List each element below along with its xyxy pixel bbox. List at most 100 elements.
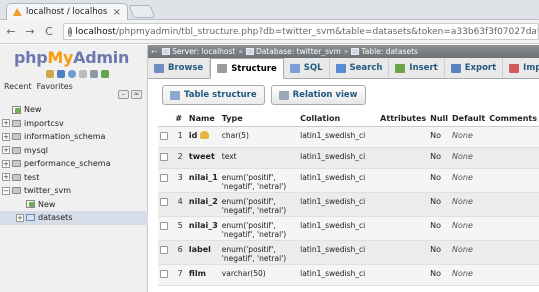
link-with-main-icon[interactable]: ∞ (131, 90, 142, 99)
breadcrumb: ← Server: localhost » Database: twitter_… (148, 45, 539, 58)
browser-tab[interactable]: localhost / localhos × (6, 3, 128, 20)
sidebar-item-label: information_schema (24, 132, 106, 142)
column-collation: latin1_swedish_ci (298, 126, 379, 148)
expand-node-icon[interactable]: + (2, 119, 10, 128)
table-icon (351, 48, 360, 55)
sidebar-item-information-schema[interactable]: + information_schema (0, 130, 148, 144)
column-name-cell: label (186, 240, 220, 265)
row-checkbox[interactable] (160, 173, 168, 182)
new-icon (12, 105, 21, 114)
home-icon[interactable] (46, 70, 54, 78)
database-icon (12, 133, 21, 141)
column-header-comments[interactable]: Comments (487, 112, 539, 127)
row-checkbox[interactable] (160, 221, 168, 230)
column-null: No (428, 126, 451, 148)
column-header-default[interactable]: Default (450, 112, 488, 127)
row-checkbox[interactable] (160, 152, 168, 161)
column-name-cell: id (186, 126, 220, 148)
column-attributes (378, 216, 429, 241)
tab-export[interactable]: Export (445, 58, 504, 78)
row-checkbox-cell (158, 147, 174, 169)
info-icon[interactable]: i (68, 26, 73, 37)
sidebar-item-datasets[interactable]: + datasets (0, 211, 148, 225)
sidebar-item-new[interactable]: New (0, 198, 148, 212)
sidebar-item-performance-schema[interactable]: + performance_schema (0, 157, 148, 171)
column-attributes (378, 168, 429, 193)
column-header-attributes[interactable]: Attributes (378, 112, 429, 127)
row-checkbox[interactable] (160, 197, 168, 206)
logout-icon[interactable] (57, 70, 65, 78)
sidebar-item-label: New (24, 105, 42, 115)
reload-icon[interactable]: C (41, 25, 57, 38)
collapse-node-icon[interactable]: − (2, 186, 10, 195)
breadcrumb-server[interactable]: Server: localhost (172, 47, 235, 56)
column-attributes (378, 147, 429, 169)
new-tab-button[interactable] (128, 5, 156, 18)
breadcrumb-separator: » (343, 47, 349, 56)
tab-import[interactable]: Import (503, 58, 539, 78)
sidebar-item-twitter-svm[interactable]: − twitter_svm (0, 184, 148, 198)
recent-link[interactable]: Recent (4, 82, 32, 91)
column-header-name[interactable]: Name (186, 112, 220, 127)
sidebar-item-new[interactable]: New (0, 103, 148, 117)
tab-browse[interactable]: Browse (148, 58, 211, 78)
logo-my: My (47, 48, 74, 67)
breadcrumb-database[interactable]: Database: twitter_svm (256, 47, 341, 56)
reload-nav-icon[interactable] (101, 70, 109, 78)
row-checkbox[interactable] (160, 245, 168, 254)
row-checkbox[interactable] (160, 131, 168, 140)
back-icon[interactable]: ← (3, 25, 19, 38)
column-header-collation[interactable]: Collation (298, 112, 379, 127)
row-number: 2 (173, 147, 187, 169)
settings-icon[interactable] (90, 70, 98, 78)
row-checkbox-cell (158, 168, 174, 193)
tab-structure[interactable]: Structure (210, 58, 284, 79)
tab-label: Insert (409, 63, 438, 73)
row-number: 6 (173, 240, 187, 265)
tab-insert[interactable]: Insert (389, 58, 445, 78)
column-attributes (378, 264, 429, 286)
column-type: varchar(50) (219, 264, 299, 286)
database-icon (12, 187, 21, 195)
sidebar-item-test[interactable]: + test (0, 171, 148, 185)
collapse-arrow-icon[interactable]: ← (151, 47, 157, 56)
logo-php: php (14, 48, 48, 67)
collapse-all-icon[interactable]: – (118, 90, 129, 99)
expand-node-icon[interactable]: + (2, 159, 10, 168)
sql-icon (289, 63, 300, 73)
url-host: localhost (75, 26, 116, 37)
sidebar-item-importcsv[interactable]: + importcsv (0, 117, 148, 131)
expand-node-icon[interactable]: + (2, 146, 10, 155)
database-icon (245, 48, 254, 55)
sidebar-item-label: test (24, 172, 40, 182)
favorites-link[interactable]: Favorites (37, 82, 73, 91)
phpmyadmin-logo[interactable]: phpMyAdmin (14, 48, 129, 67)
forward-icon[interactable]: → (22, 25, 38, 38)
breadcrumb-table[interactable]: Table: datasets (361, 47, 418, 56)
subtab-relation-view[interactable]: Relation view (270, 85, 366, 105)
column-header-null[interactable]: Null (428, 112, 451, 127)
help-icon[interactable] (68, 70, 76, 78)
row-checkbox-cell (158, 126, 174, 148)
close-tab-icon[interactable]: × (113, 7, 121, 18)
url-field[interactable]: i localhost /phpmyadmin/tbl_structure.ph… (63, 23, 539, 40)
column-header-num[interactable]: # (173, 112, 187, 127)
database-icon (12, 119, 21, 127)
row-checkbox[interactable] (160, 269, 168, 278)
tab-search[interactable]: Search (330, 58, 390, 78)
column-name: id (188, 130, 198, 140)
column-header-type[interactable]: Type (219, 112, 299, 127)
browser-tab-bar: localhost / localhos × (0, 0, 539, 20)
subtab-table-structure[interactable]: Table structure (162, 85, 265, 105)
column-default: None (450, 126, 488, 148)
column-default: None (450, 216, 488, 241)
tab-sql[interactable]: SQL (284, 58, 330, 78)
column-type: text (219, 147, 299, 169)
expand-node-icon[interactable]: + (2, 132, 10, 141)
docs-icon[interactable] (79, 70, 87, 78)
column-default: None (450, 240, 488, 265)
column-name: film (188, 268, 206, 278)
expand-node-icon[interactable]: + (2, 173, 10, 182)
expand-node-icon[interactable]: + (16, 213, 24, 222)
sidebar-item-mysql[interactable]: + mysql (0, 144, 148, 158)
